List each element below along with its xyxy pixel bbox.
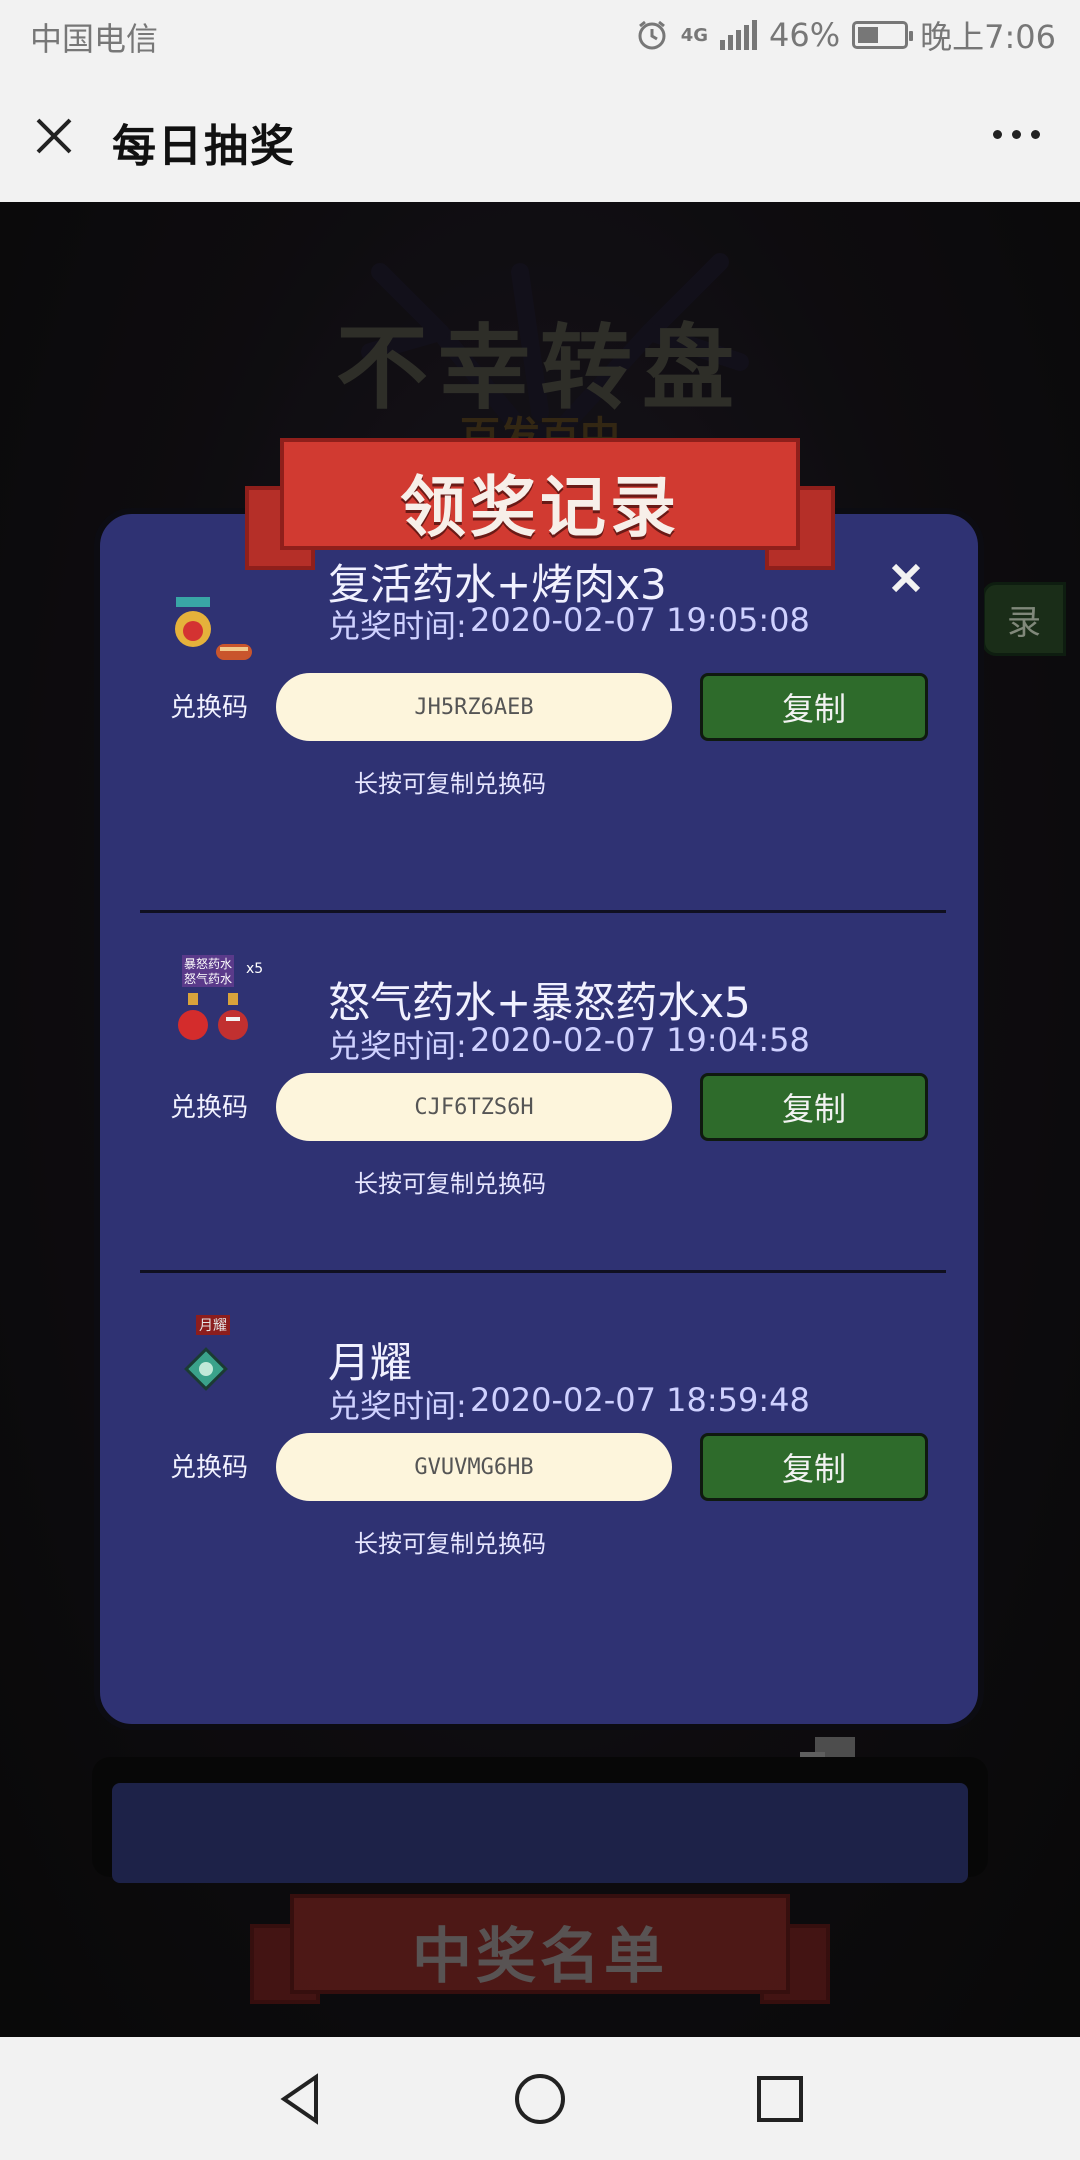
icon-label: 月耀 [196,1315,230,1335]
recents-square-icon[interactable] [748,2067,812,2131]
record-item: 暴怒药水 怒气药水 x5 怒气药水+暴怒药水x5 兑奖时间: 2020-02-0… [100,955,978,1299]
divider [140,910,946,913]
record-time: 2020-02-07 19:05:08 [470,601,810,639]
home-circle-icon[interactable] [508,2067,572,2131]
copy-button[interactable]: 复制 [700,1073,928,1141]
copy-button[interactable]: 复制 [700,673,928,741]
icon-label: 怒气药水 [182,970,235,987]
revive-potion-icon [175,597,252,660]
rage-potion-icon: 暴怒药水 怒气药水 x5 [166,955,276,1045]
status-icons: 4G 46% 晚上7:06 [635,12,1056,58]
status-time: 晚上7:06 [920,18,1056,56]
navigation-bar [0,2037,1080,2160]
more-icon[interactable] [993,130,1040,139]
record-time: 2020-02-07 19:04:58 [470,1021,810,1059]
close-icon[interactable] [34,116,74,156]
divider [140,1270,946,1273]
copy-hint: 长按可复制兑换码 [354,770,546,798]
battery-icon [852,21,914,49]
modal-title: 领奖记录 [400,469,680,546]
close-icon[interactable] [888,560,924,596]
page-title: 每日抽奖 [112,121,296,172]
status-bar: 中国电信 4G 46% 晚上7:06 [0,0,1080,70]
record-time-label: 兑奖时间: [328,607,467,645]
record-time-label: 兑奖时间: [328,1387,467,1425]
record-item: 复活药水+烤肉x3 兑奖时间: 2020-02-07 19:05:08 兑换码 … [100,560,978,939]
title-bar: 每日抽奖 [0,70,1080,203]
copy-hint: 长按可复制兑换码 [354,1170,546,1198]
redeem-code[interactable]: CJF6TZS6H [276,1073,672,1141]
carrier-name: 中国电信 [30,20,159,58]
signal-icon [720,20,757,50]
code-label: 兑换码 [170,1453,249,1483]
icon-count: x5 [246,961,264,977]
network-type: 4G [680,24,708,46]
alarm-icon [638,20,666,50]
code-label: 兑换码 [170,1093,249,1123]
redeem-code[interactable]: JH5RZ6AEB [276,673,672,741]
code-label: 兑换码 [170,693,249,723]
back-triangle-icon[interactable] [270,2067,334,2131]
modal-header-ribbon: 领奖记录 [245,438,835,588]
copy-hint: 长按可复制兑换码 [354,1530,546,1558]
battery-percent: 46% [769,16,841,54]
copy-button[interactable]: 复制 [700,1433,928,1501]
record-item: 月耀 月耀 兑奖时间: 2020-02-07 18:59:48 兑换码 GVUV… [100,1315,978,1659]
record-time-label: 兑奖时间: [328,1027,467,1065]
record-time: 2020-02-07 18:59:48 [470,1381,810,1419]
redeem-code[interactable]: GVUVMG6HB [276,1433,672,1501]
moonlight-icon: 月耀 [166,1315,266,1405]
prize-record-modal: 复活药水+烤肉x3 兑奖时间: 2020-02-07 19:05:08 兑换码 … [94,508,984,1730]
